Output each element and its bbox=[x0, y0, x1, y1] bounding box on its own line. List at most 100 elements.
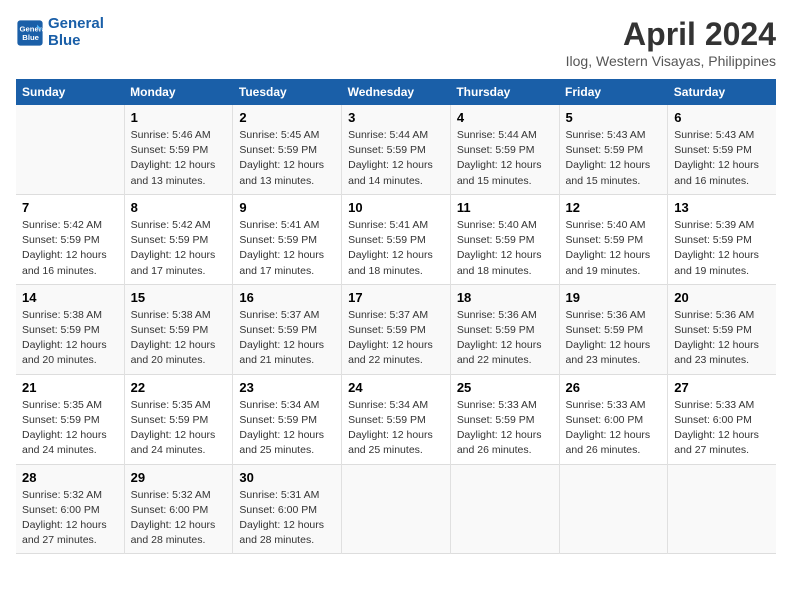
cell-info: Sunrise: 5:40 AM Sunset: 5:59 PM Dayligh… bbox=[566, 218, 662, 279]
day-number: 6 bbox=[674, 110, 770, 125]
calendar-cell: 16Sunrise: 5:37 AM Sunset: 5:59 PM Dayli… bbox=[233, 284, 342, 374]
calendar-cell: 12Sunrise: 5:40 AM Sunset: 5:59 PM Dayli… bbox=[559, 194, 668, 284]
title-area: April 2024 Ilog, Western Visayas, Philip… bbox=[566, 16, 776, 69]
week-row-5: 28Sunrise: 5:32 AM Sunset: 6:00 PM Dayli… bbox=[16, 464, 776, 554]
calendar-cell: 4 Sunrise: 5:44 AM Sunset: 5:59 PM Daylig… bbox=[450, 105, 559, 194]
calendar-cell: 13 Sunrise: 5:39 AM Sunset: 5:59 PM Dayli… bbox=[668, 194, 776, 284]
day-number: 7 bbox=[22, 200, 118, 215]
calendar-cell bbox=[16, 105, 124, 194]
calendar-cell: 22 Sunrise: 5:35 AM Sunset: 5:59 PM Dayli… bbox=[124, 374, 233, 464]
col-header-sunday: Sunday bbox=[16, 79, 124, 105]
day-number: 1 bbox=[131, 110, 227, 125]
cell-info: Sunrise: 5:38 AM Sunset: 5:59 PM Dayligh… bbox=[131, 308, 227, 369]
calendar-cell: 27 Sunrise: 5:33 AM Sunset: 6:00 PM Dayli… bbox=[668, 374, 776, 464]
calendar-cell bbox=[450, 464, 559, 554]
calendar-cell: 18 Sunrise: 5:36 AM Sunset: 5:59 PM Dayli… bbox=[450, 284, 559, 374]
week-row-3: 14 Sunrise: 5:38 AM Sunset: 5:59 PM Dayli… bbox=[16, 284, 776, 374]
cell-info: Sunrise: 5:41 AM Sunset: 5:59 PM Dayligh… bbox=[348, 218, 444, 279]
calendar-cell: 3 Sunrise: 5:44 AM Sunset: 5:59 PM Daylig… bbox=[342, 105, 451, 194]
cell-info: Sunrise: 5:34 AM Sunset: 5:59 PM Dayligh… bbox=[239, 398, 335, 459]
cell-info: Sunrise: 5:44 AM Sunset: 5:59 PM Dayligh… bbox=[348, 128, 444, 189]
calendar-header-row: SundayMondayTuesdayWednesdayThursdayFrid… bbox=[16, 79, 776, 105]
calendar-cell: 7 Sunrise: 5:42 AM Sunset: 5:59 PM Daylig… bbox=[16, 194, 124, 284]
calendar-cell bbox=[342, 464, 451, 554]
calendar-table: SundayMondayTuesdayWednesdayThursdayFrid… bbox=[16, 79, 776, 554]
day-number: 9 bbox=[239, 200, 335, 215]
day-number: 3 bbox=[348, 110, 444, 125]
day-number: 23 bbox=[239, 380, 335, 395]
cell-info: Sunrise: 5:33 AM Sunset: 6:00 PM Dayligh… bbox=[566, 398, 662, 459]
cell-info: Sunrise: 5:39 AM Sunset: 5:59 PM Dayligh… bbox=[674, 218, 770, 279]
cell-info: Sunrise: 5:34 AM Sunset: 5:59 PM Dayligh… bbox=[348, 398, 444, 459]
day-number: 20 bbox=[674, 290, 770, 305]
calendar-cell: 25 Sunrise: 5:33 AM Sunset: 5:59 PM Dayli… bbox=[450, 374, 559, 464]
cell-info: Sunrise: 5:46 AM Sunset: 5:59 PM Dayligh… bbox=[131, 128, 227, 189]
col-header-saturday: Saturday bbox=[668, 79, 776, 105]
day-number: 14 bbox=[22, 290, 118, 305]
calendar-cell: 5Sunrise: 5:43 AM Sunset: 5:59 PM Daylig… bbox=[559, 105, 668, 194]
day-number: 25 bbox=[457, 380, 553, 395]
cell-info: Sunrise: 5:33 AM Sunset: 6:00 PM Dayligh… bbox=[674, 398, 770, 459]
calendar-cell: 9 Sunrise: 5:41 AM Sunset: 5:59 PM Daylig… bbox=[233, 194, 342, 284]
day-number: 30 bbox=[239, 470, 335, 485]
week-row-1: 1 Sunrise: 5:46 AM Sunset: 5:59 PM Daylig… bbox=[16, 105, 776, 194]
cell-info: Sunrise: 5:36 AM Sunset: 5:59 PM Dayligh… bbox=[457, 308, 553, 369]
calendar-cell bbox=[668, 464, 776, 554]
calendar-cell: 11Sunrise: 5:40 AM Sunset: 5:59 PM Dayli… bbox=[450, 194, 559, 284]
svg-text:Blue: Blue bbox=[22, 33, 39, 42]
cell-info: Sunrise: 5:35 AM Sunset: 5:59 PM Dayligh… bbox=[22, 398, 118, 459]
day-number: 27 bbox=[674, 380, 770, 395]
col-header-monday: Monday bbox=[124, 79, 233, 105]
day-number: 4 bbox=[457, 110, 553, 125]
logo-icon: General Blue bbox=[16, 19, 44, 47]
day-number: 2 bbox=[239, 110, 335, 125]
calendar-cell: 14 Sunrise: 5:38 AM Sunset: 5:59 PM Dayli… bbox=[16, 284, 124, 374]
cell-info: Sunrise: 5:42 AM Sunset: 5:59 PM Dayligh… bbox=[22, 218, 118, 279]
calendar-cell: 8Sunrise: 5:42 AM Sunset: 5:59 PM Daylig… bbox=[124, 194, 233, 284]
cell-info: Sunrise: 5:31 AM Sunset: 6:00 PM Dayligh… bbox=[239, 488, 335, 549]
day-number: 17 bbox=[348, 290, 444, 305]
logo-text: General Blue bbox=[48, 16, 104, 49]
cell-info: Sunrise: 5:44 AM Sunset: 5:59 PM Dayligh… bbox=[457, 128, 553, 189]
week-row-2: 7 Sunrise: 5:42 AM Sunset: 5:59 PM Daylig… bbox=[16, 194, 776, 284]
week-row-4: 21 Sunrise: 5:35 AM Sunset: 5:59 PM Dayli… bbox=[16, 374, 776, 464]
cell-info: Sunrise: 5:32 AM Sunset: 6:00 PM Dayligh… bbox=[22, 488, 118, 549]
calendar-cell: 26 Sunrise: 5:33 AM Sunset: 6:00 PM Dayli… bbox=[559, 374, 668, 464]
calendar-cell: 6 Sunrise: 5:43 AM Sunset: 5:59 PM Daylig… bbox=[668, 105, 776, 194]
cell-info: Sunrise: 5:43 AM Sunset: 5:59 PM Dayligh… bbox=[566, 128, 662, 189]
calendar-cell: 28Sunrise: 5:32 AM Sunset: 6:00 PM Dayli… bbox=[16, 464, 124, 554]
cell-info: Sunrise: 5:35 AM Sunset: 5:59 PM Dayligh… bbox=[131, 398, 227, 459]
calendar-cell: 29 Sunrise: 5:32 AM Sunset: 6:00 PM Dayli… bbox=[124, 464, 233, 554]
cell-info: Sunrise: 5:33 AM Sunset: 5:59 PM Dayligh… bbox=[457, 398, 553, 459]
calendar-cell: 17 Sunrise: 5:37 AM Sunset: 5:59 PM Dayli… bbox=[342, 284, 451, 374]
calendar-cell: 30 Sunrise: 5:31 AM Sunset: 6:00 PM Dayli… bbox=[233, 464, 342, 554]
calendar-cell: 23 Sunrise: 5:34 AM Sunset: 5:59 PM Dayli… bbox=[233, 374, 342, 464]
day-number: 29 bbox=[131, 470, 227, 485]
calendar-cell: 15Sunrise: 5:38 AM Sunset: 5:59 PM Dayli… bbox=[124, 284, 233, 374]
cell-info: Sunrise: 5:36 AM Sunset: 5:59 PM Dayligh… bbox=[566, 308, 662, 369]
page-subtitle: Ilog, Western Visayas, Philippines bbox=[566, 53, 776, 69]
cell-info: Sunrise: 5:43 AM Sunset: 5:59 PM Dayligh… bbox=[674, 128, 770, 189]
cell-info: Sunrise: 5:38 AM Sunset: 5:59 PM Dayligh… bbox=[22, 308, 118, 369]
cell-info: Sunrise: 5:41 AM Sunset: 5:59 PM Dayligh… bbox=[239, 218, 335, 279]
col-header-thursday: Thursday bbox=[450, 79, 559, 105]
day-number: 13 bbox=[674, 200, 770, 215]
cell-info: Sunrise: 5:36 AM Sunset: 5:59 PM Dayligh… bbox=[674, 308, 770, 369]
day-number: 10 bbox=[348, 200, 444, 215]
cell-info: Sunrise: 5:32 AM Sunset: 6:00 PM Dayligh… bbox=[131, 488, 227, 549]
page-header: General Blue General Blue April 2024 Ilo… bbox=[16, 16, 776, 69]
cell-info: Sunrise: 5:40 AM Sunset: 5:59 PM Dayligh… bbox=[457, 218, 553, 279]
cell-info: Sunrise: 5:37 AM Sunset: 5:59 PM Dayligh… bbox=[348, 308, 444, 369]
day-number: 21 bbox=[22, 380, 118, 395]
calendar-cell: 10 Sunrise: 5:41 AM Sunset: 5:59 PM Dayli… bbox=[342, 194, 451, 284]
day-number: 22 bbox=[131, 380, 227, 395]
calendar-cell: 1 Sunrise: 5:46 AM Sunset: 5:59 PM Daylig… bbox=[124, 105, 233, 194]
day-number: 26 bbox=[566, 380, 662, 395]
cell-info: Sunrise: 5:37 AM Sunset: 5:59 PM Dayligh… bbox=[239, 308, 335, 369]
day-number: 18 bbox=[457, 290, 553, 305]
cell-info: Sunrise: 5:42 AM Sunset: 5:59 PM Dayligh… bbox=[131, 218, 227, 279]
logo: General Blue General Blue bbox=[16, 16, 104, 49]
calendar-cell bbox=[559, 464, 668, 554]
calendar-cell: 20 Sunrise: 5:36 AM Sunset: 5:59 PM Dayli… bbox=[668, 284, 776, 374]
calendar-cell: 21 Sunrise: 5:35 AM Sunset: 5:59 PM Dayli… bbox=[16, 374, 124, 464]
